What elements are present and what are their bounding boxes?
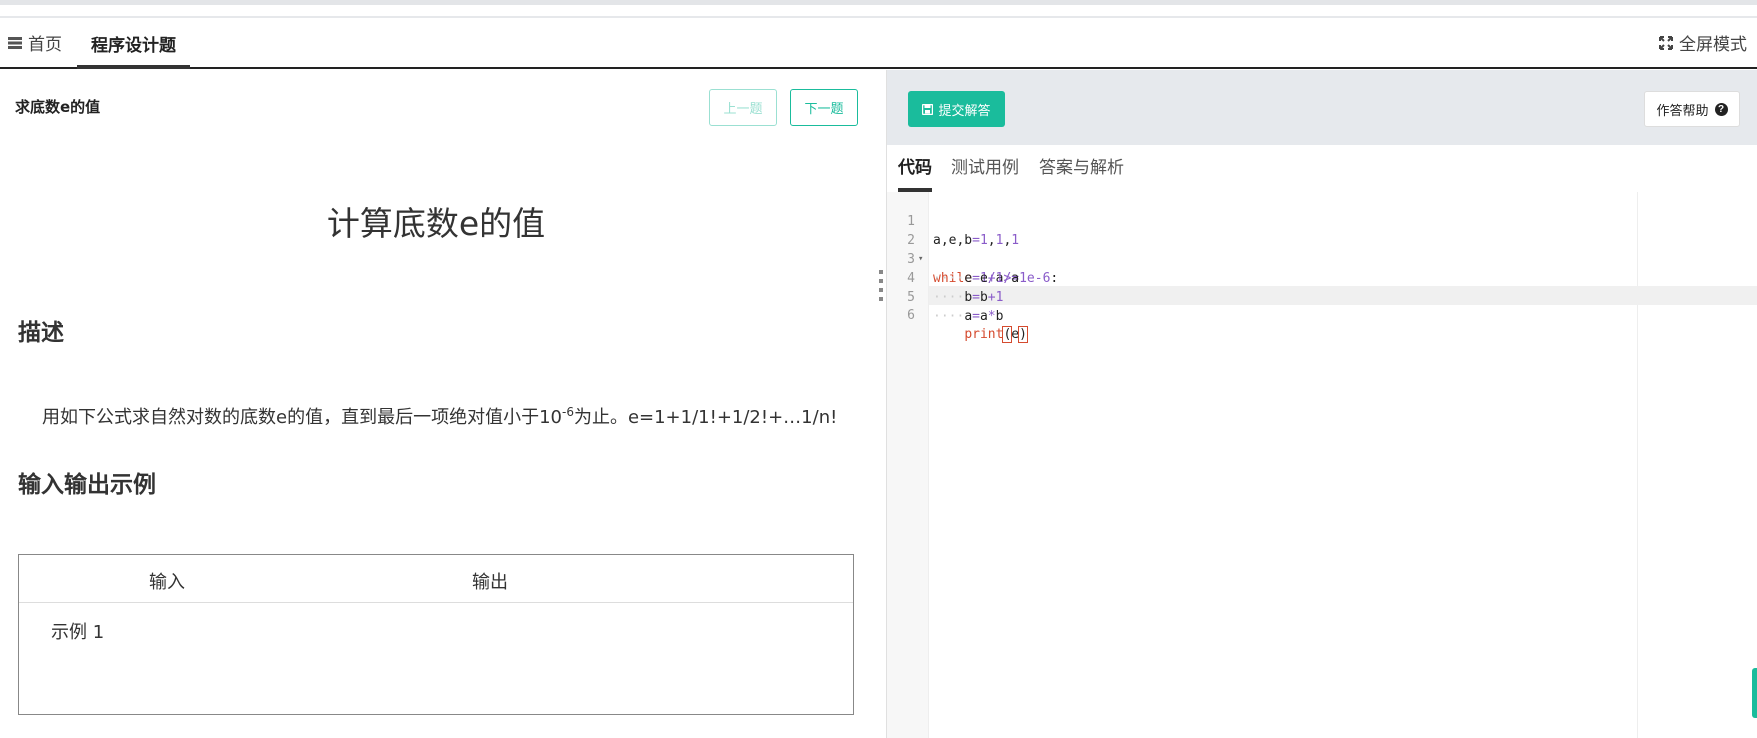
save-icon (922, 103, 934, 115)
description-exponent: -6 (561, 405, 574, 419)
problem-panel: 求底数e的值 上一题 下一题 计算底数e的值 描述 用如下公式求自然对数的底数e… (0, 70, 886, 738)
expand-icon (1659, 35, 1673, 50)
code-token: ) (1018, 326, 1028, 343)
fullscreen-button[interactable]: 全屏模式 (1659, 30, 1747, 55)
io-example-heading: 输入输出示例 (18, 472, 156, 498)
tab-test-cases[interactable]: 测试用例 (951, 153, 1019, 178)
description-text: 用如下公式求自然对数的底数e的值，直到最后一项绝对值小于10-6为止。e=1+1… (42, 403, 837, 429)
prev-question-button[interactable]: 上一题 (709, 89, 777, 126)
question-icon: ? (1714, 102, 1728, 116)
code-token: = (972, 309, 980, 324)
code-line: 5 ····a=a*b (887, 269, 1757, 324)
io-input-header: 输入 (149, 572, 185, 593)
code-editor[interactable]: 1 a,e,b=1,1,1 2 ▾ while 1/a>=1e-6: 3 ···… (887, 192, 1757, 738)
code-line: 2 ▾ while 1/a>=1e-6: (887, 212, 1757, 286)
tab-answer-analysis[interactable]: 答案与解析 (1039, 153, 1124, 178)
io-example-table: 输入 输出 示例 1 (18, 554, 854, 715)
code-line: 1 a,e,b=1,1,1 (887, 193, 1757, 248)
side-feedback-tab[interactable] (1752, 668, 1757, 718)
io-table-header: 输入 输出 (19, 555, 853, 603)
next-question-button[interactable]: 下一题 (790, 89, 858, 126)
code-token: a (964, 309, 973, 324)
menu-icon (8, 36, 22, 49)
code-token: print (964, 327, 1004, 342)
code-line: 6 print(e) (887, 287, 1757, 343)
help-label: 作答帮助 (1656, 102, 1709, 118)
code-line: 4 ····b=b+1 (887, 250, 1757, 305)
line-number: 6 (907, 308, 915, 323)
description-text-part-2: 为止。e=1+1/1!+1/2!+…1/n! (573, 407, 838, 428)
submit-answer-button[interactable]: 提交解答 (908, 91, 1005, 127)
editor-panel: 提交解答 作答帮助 ? 代码 测试用例 答案与解析 1 a,e,b=1,1,1 … (887, 70, 1757, 738)
resize-handle[interactable] (879, 270, 883, 304)
code-line: 3 ····e=e+1/a (887, 231, 1757, 286)
top-strip (0, 0, 1757, 18)
code-text: ····a=a*b (933, 307, 1003, 326)
code-token: e (1011, 327, 1020, 342)
code-token: b (995, 309, 1004, 324)
code-token: ···· (933, 309, 965, 324)
code-text: print(e) (933, 325, 1028, 344)
io-output-header: 输出 (472, 572, 508, 593)
tab-programming[interactable]: 程序设计题 (77, 18, 190, 69)
editor-toolbar: 提交解答 作答帮助 ? (887, 70, 1757, 145)
fullscreen-label: 全屏模式 (1679, 35, 1747, 55)
code-token: * (987, 309, 996, 324)
home-label: 首页 (28, 35, 62, 55)
submit-answer-label: 提交解答 (938, 102, 991, 118)
tab-code[interactable]: 代码 (898, 153, 932, 192)
top-nav: 首页 程序设计题 全屏模式 (0, 18, 1757, 69)
code-token: a (979, 309, 988, 324)
problem-short-title: 求底数e的值 (15, 98, 101, 116)
io-example-label: 示例 1 (51, 622, 105, 643)
problem-title: 计算底数e的值 (326, 204, 546, 243)
home-link[interactable]: 首页 (8, 30, 62, 55)
help-button[interactable]: 作答帮助 ? (1644, 91, 1740, 127)
description-heading: 描述 (18, 320, 64, 346)
description-text-part-1: 用如下公式求自然对数的底数e的值，直到最后一项绝对值小于10 (42, 407, 562, 428)
